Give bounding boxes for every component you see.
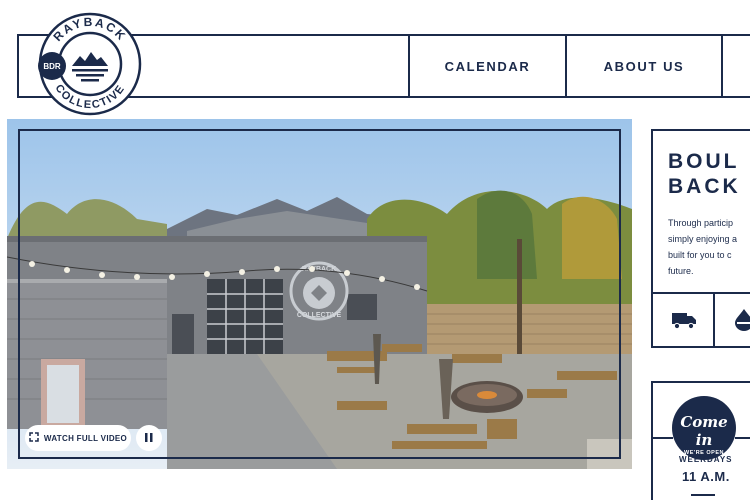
pause-button[interactable] [136,425,162,451]
drop-icon[interactable] [731,308,750,337]
watch-full-video-button[interactable]: WATCH FULL VIDEO [25,425,131,451]
intro-body-line: simply enjoying a [668,234,738,244]
food-truck-icon[interactable] [671,310,697,335]
nav-about-us[interactable]: ABOUT US [565,34,721,98]
pause-icon [145,429,153,447]
watch-full-video-label: WATCH FULL VIDEO [43,433,128,443]
hero-scene-image: RAYBACK COLLECTIVE [7,119,632,469]
intro-body-line: built for you to c [668,250,732,260]
intro-body-line: future. [668,266,694,276]
hero-video[interactable]: RAYBACK COLLECTIVE WATCH FULL VIDEO [7,119,632,469]
hours-card: Come in WE'RE OPEN WEEKDAYS 11 A.M. [651,381,750,500]
intro-card-title: BOUL BACK [668,149,741,199]
expand-icon [29,432,39,444]
weekdays-label: WEEKDAYS [679,455,733,464]
weekday-open-time: 11 A.M. [682,469,730,484]
intro-title-line-1: BOUL [668,150,740,173]
intro-title-line-2: BACK [668,175,741,198]
nav-item-partial[interactable] [721,34,750,98]
come-in-script: Come in [680,413,728,449]
intro-card: BOUL BACK Through particip simply enjoyi… [651,129,750,294]
intro-body-line: Through particip [668,218,734,228]
logo-badge: BDR [43,62,61,71]
come-in-badge: Come in WE'RE OPEN [672,396,736,460]
mural-text-bottom: COLLECTIVE [297,312,342,319]
rayback-logo[interactable]: RAYBACK COLLECTIVE BDR [38,12,142,116]
intro-card-body: Through particip simply enjoying a built… [668,215,750,279]
nav-calendar[interactable]: CALENDAR [408,34,565,98]
amenity-icons-row [651,292,750,348]
